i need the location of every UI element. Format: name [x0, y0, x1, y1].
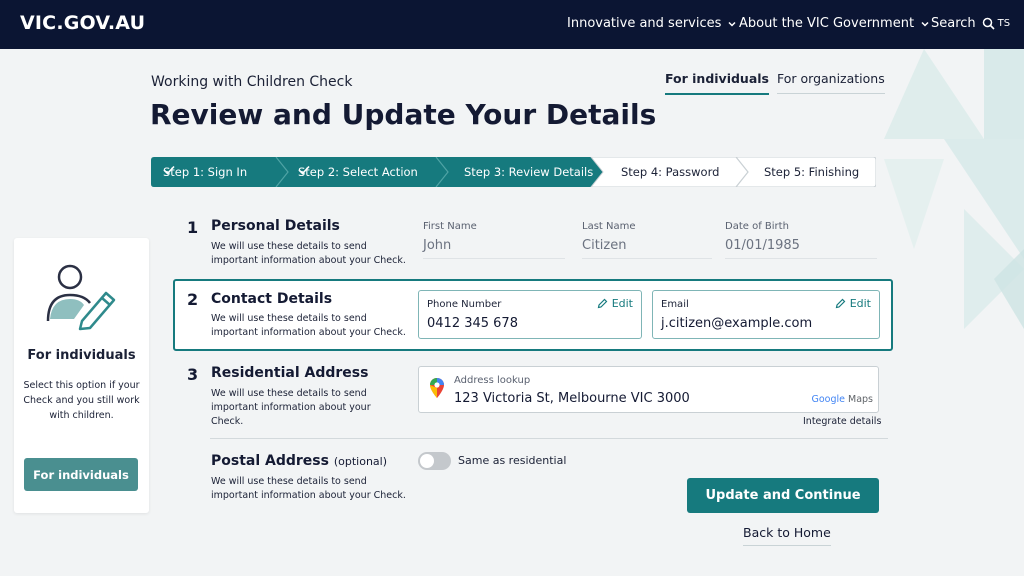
progress-stepper: Step 1: Sign In Step 2: Select Action St… [151, 157, 876, 187]
first-name-field: First Name John [423, 221, 565, 259]
personal-details-desc: We will use these details to send import… [211, 241, 406, 266]
nav-about-government-label: About the VIC Government [739, 16, 915, 31]
section-number-3: 3 [187, 365, 199, 384]
toggle-knob [420, 454, 434, 468]
step-password[interactable]: Step 4: Password [621, 165, 719, 179]
postal-address-title: Postal Address (optional) [211, 453, 387, 469]
residential-address-desc: We will use these details to send import… [211, 388, 371, 427]
email-label: Email [661, 299, 689, 310]
back-to-home-link[interactable]: Back to Home [743, 525, 831, 546]
same-as-residential-label: Same as residential [458, 454, 567, 467]
section-number-1: 1 [187, 218, 199, 237]
last-name-label: Last Name [582, 221, 636, 232]
step-select-action[interactable]: Step 2: Select Action [298, 165, 418, 179]
nav-innovative-services-label: Innovative and services [567, 16, 722, 31]
residential-address-title: Residential Address [211, 365, 369, 381]
tab-for-organizations[interactable]: For organizations [777, 71, 885, 94]
google-wordmark: Google [811, 394, 845, 405]
edit-phone-label: Edit [611, 297, 633, 310]
last-name-value: Citizen [582, 238, 627, 253]
date-of-birth-value: 01/01/1985 [725, 238, 800, 253]
step-sign-in-label: Step 1: Sign In [163, 165, 248, 179]
step-finishing[interactable]: Step 5: Finishing [764, 165, 859, 179]
date-of-birth-label: Date of Birth [725, 221, 789, 232]
page-title: Review and Update Your Details [150, 98, 657, 131]
pencil-icon [597, 298, 608, 309]
search-button[interactable]: Search TS [931, 16, 1010, 31]
phone-number-value: 0412 345 678 [427, 316, 518, 331]
step-review-details-label: Step 3: Review Details [464, 165, 594, 179]
site-brand-logo[interactable]: VIC.GOV.AU [20, 12, 145, 34]
for-individuals-button[interactable]: For individuals [24, 458, 138, 491]
email-value: j.citizen@example.com [661, 316, 813, 331]
address-lookup-value: 123 Victoria St, Melbourne VIC 3000 [454, 391, 690, 406]
individuals-info-card: For individuals Select this option if yo… [14, 238, 149, 513]
chevron-down-icon [728, 21, 736, 27]
section-number-2: 2 [187, 290, 199, 309]
contact-details-desc: We will use these details to send import… [211, 313, 406, 338]
top-navigation-bar: VIC.GOV.AU Innovative and services About… [0, 0, 1024, 49]
decorative-triangles [884, 49, 1024, 329]
address-lookup-input[interactable]: Address lookup 123 Victoria St, Melbourn… [418, 366, 879, 413]
google-maps-logo: Google Maps [811, 394, 873, 405]
step-review-details[interactable]: Step 3: Review Details [464, 165, 593, 179]
nav-innovative-services[interactable]: Innovative and services [567, 16, 737, 31]
first-name-value: John [423, 238, 452, 253]
update-and-continue-button[interactable]: Update and Continue [687, 478, 879, 513]
email-field[interactable]: Email Edit j.citizen@example.com [652, 290, 880, 339]
step-sign-in[interactable]: Step 1: Sign In [163, 165, 247, 179]
integrate-details-link[interactable]: Integrate details [803, 416, 881, 427]
phone-number-field[interactable]: Phone Number Edit 0412 345 678 [418, 290, 642, 339]
search-label: Search [931, 16, 976, 31]
tab-for-individuals[interactable]: For individuals [665, 71, 769, 95]
user-initials: TS [997, 18, 1011, 29]
postal-address-desc: We will use these details to send import… [211, 476, 406, 501]
nav-about-government[interactable]: About the VIC Government [739, 16, 930, 31]
phone-number-label: Phone Number [427, 299, 502, 310]
postal-address-optional: (optional) [333, 455, 388, 468]
edit-phone-link[interactable]: Edit [597, 297, 633, 310]
maps-wordmark: Maps [848, 394, 873, 405]
side-card-title: For individuals [27, 348, 136, 363]
address-lookup-label: Address lookup [454, 375, 531, 386]
last-name-field: Last Name Citizen [582, 221, 712, 259]
contact-details-title: Contact Details [211, 291, 333, 307]
first-name-label: First Name [423, 221, 477, 232]
postal-address-title-text: Postal Address [211, 453, 329, 469]
map-pin-icon [430, 378, 444, 398]
checkmark-icon [163, 165, 175, 175]
pencil-icon [835, 298, 846, 309]
page-eyebrow: Working with Children Check [151, 74, 353, 90]
date-of-birth-field: Date of Birth 01/01/1985 [725, 221, 877, 259]
chevron-down-icon [921, 21, 929, 27]
checkmark-icon [298, 165, 310, 175]
search-icon [982, 17, 995, 30]
step-finishing-label: Step 5: Finishing [764, 165, 860, 179]
edit-email-label: Edit [849, 297, 871, 310]
user-edit-icon [46, 264, 116, 331]
edit-email-link[interactable]: Edit [835, 297, 871, 310]
side-card-text: Select this option if your Check and you… [23, 380, 140, 421]
step-select-action-label: Step 2: Select Action [298, 165, 418, 179]
same-as-residential-toggle[interactable] [418, 452, 451, 470]
section-divider [210, 438, 888, 439]
step-password-label: Step 4: Password [621, 165, 720, 179]
personal-details-title: Personal Details [211, 218, 340, 234]
